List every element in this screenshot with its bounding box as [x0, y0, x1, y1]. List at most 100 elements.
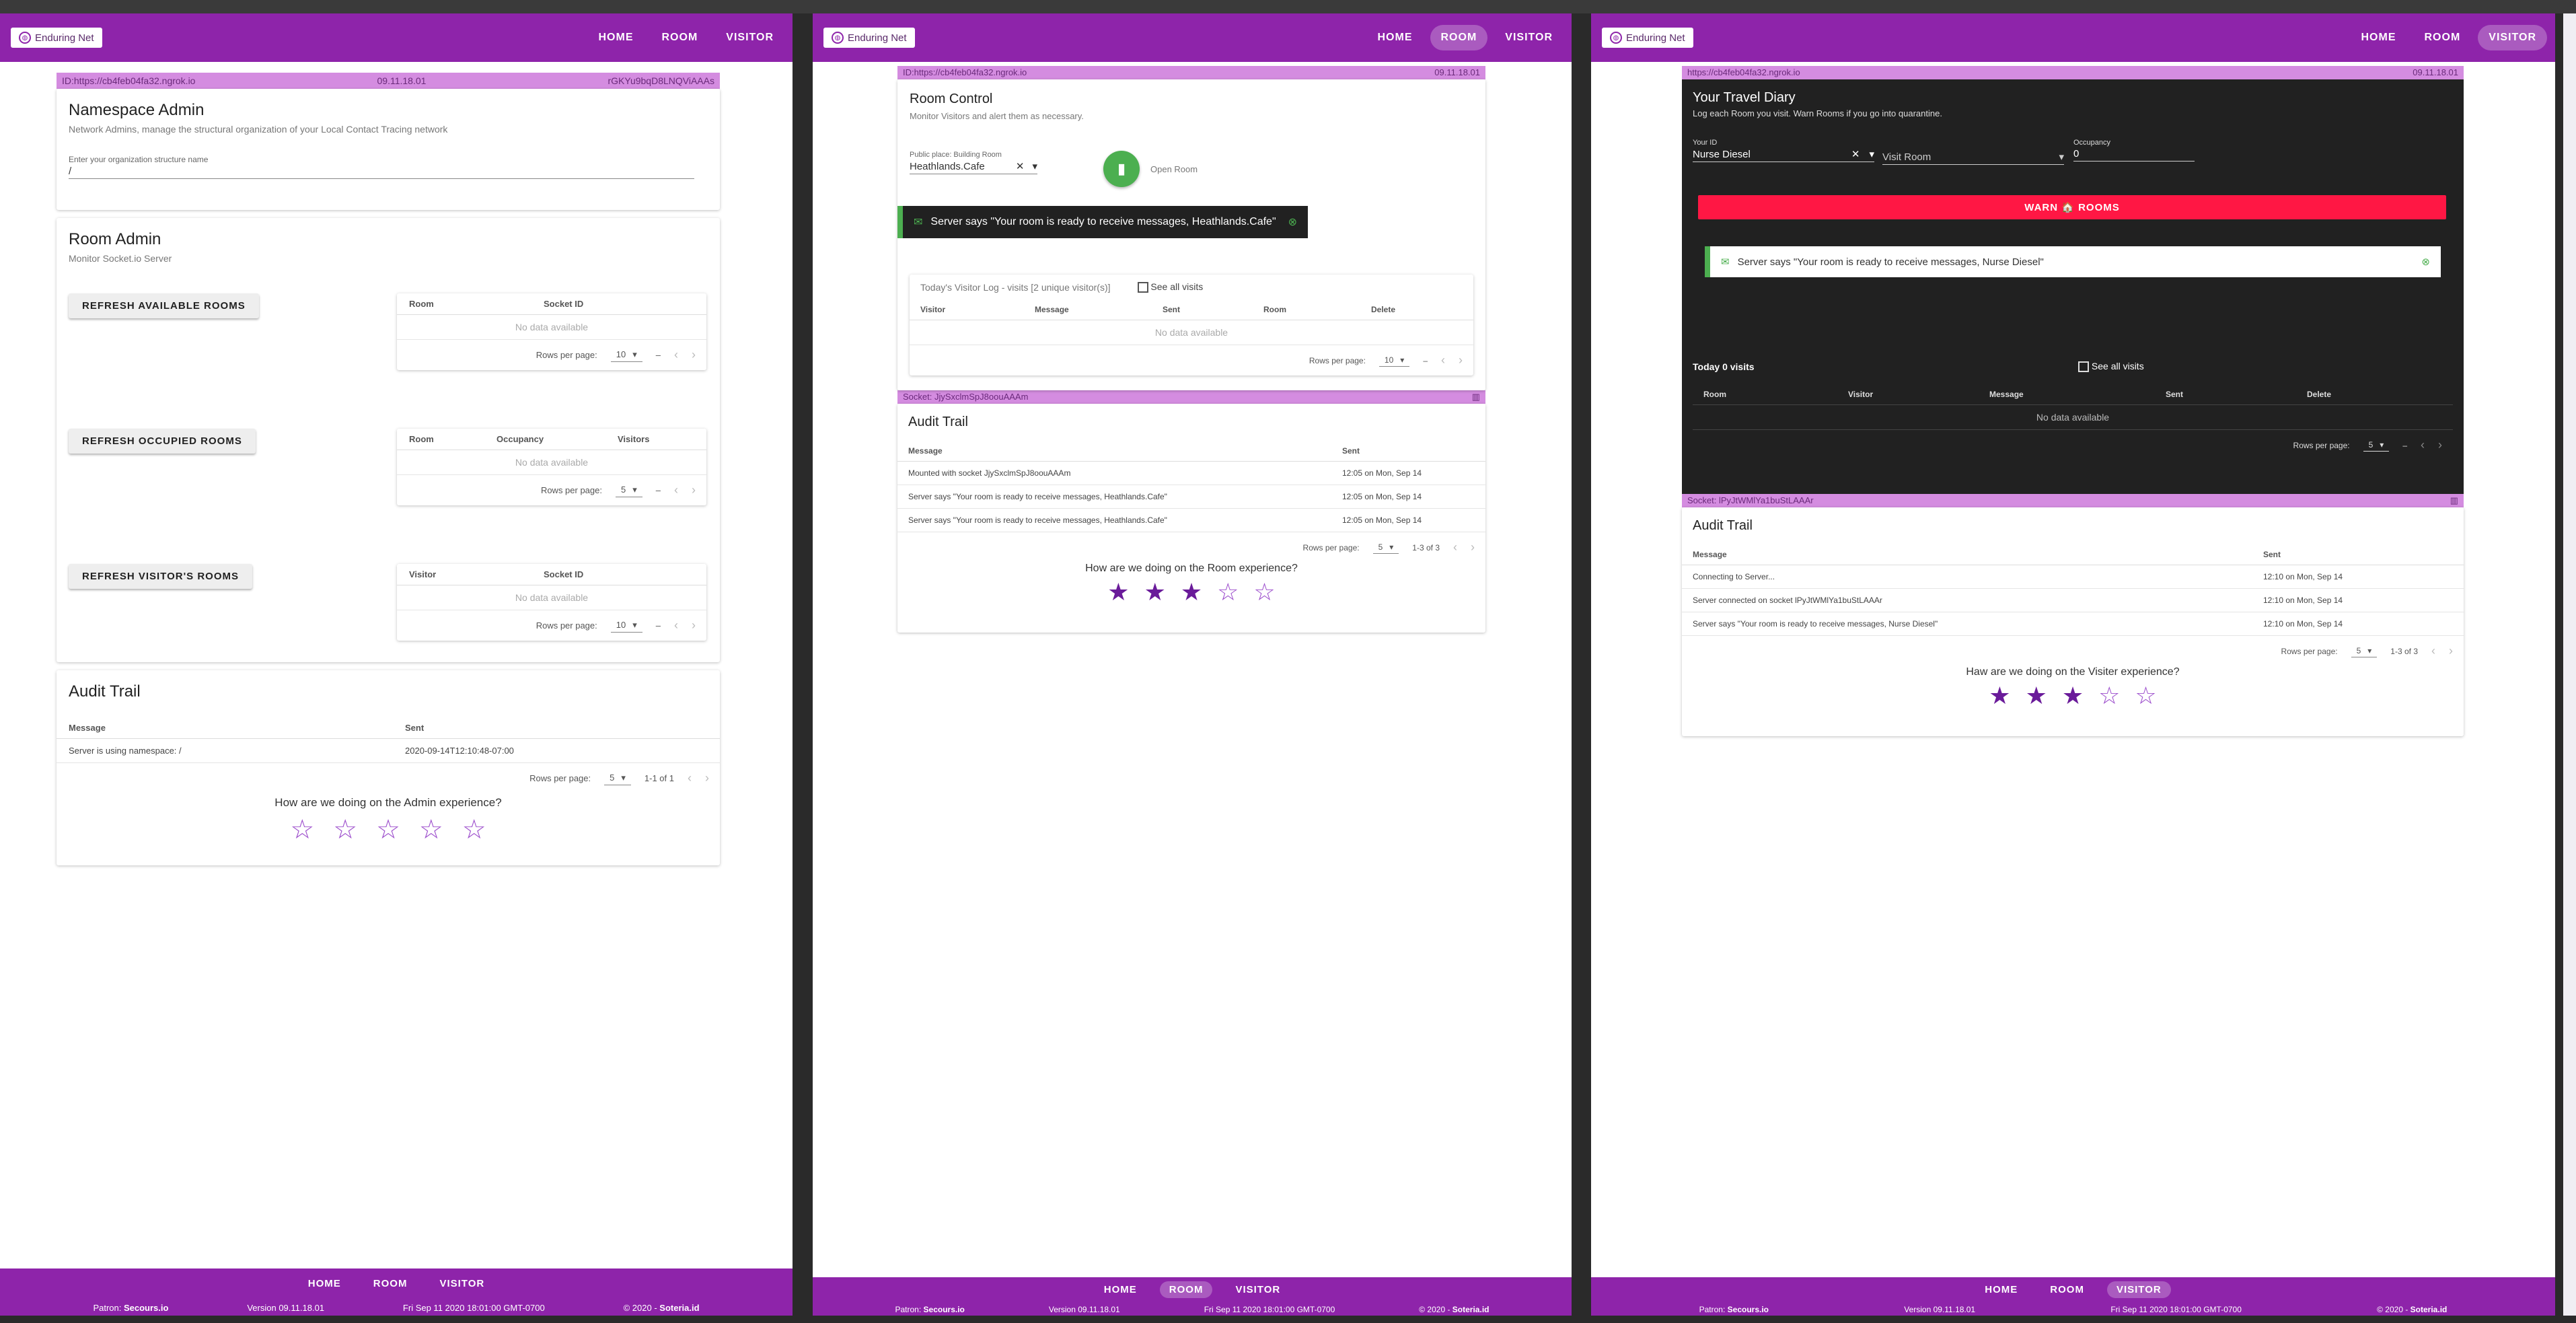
trash-icon[interactable]: ▥: [1472, 392, 1480, 402]
nav-room[interactable]: ROOM: [651, 25, 709, 50]
prev-page-icon[interactable]: ‹: [674, 618, 678, 633]
socket-bar: Socket: JjySxclmSpJ8oouAAAm ▥: [897, 390, 1485, 404]
brand-logo[interactable]: ◍ Enduring Net: [1602, 28, 1693, 48]
footer-nav-room[interactable]: ROOM: [2040, 1281, 2094, 1298]
id-bar: https://cb4feb04fa32.ngrok.io 09.11.18.01: [1682, 66, 2464, 79]
nav-visitor[interactable]: VISITOR: [715, 25, 784, 50]
nav-room[interactable]: ROOM: [1430, 25, 1488, 50]
prev-page-icon[interactable]: ‹: [1453, 540, 1457, 555]
footer-nav-room[interactable]: ROOM: [364, 1275, 417, 1292]
star-empty-icon[interactable]: ☆: [462, 816, 486, 843]
close-icon[interactable]: ⊗: [2421, 256, 2430, 268]
rating-stars[interactable]: ★ ★ ★ ☆ ☆: [897, 580, 1485, 604]
pagination: Rows per page: 10 ▾ – ‹ ›: [1309, 353, 1463, 367]
footer-nav-home[interactable]: HOME: [1095, 1281, 1146, 1298]
close-icon[interactable]: ⊗: [1288, 215, 1297, 229]
nav-visitor[interactable]: VISITOR: [2478, 25, 2547, 50]
occupied-rooms-table: Room Occupancy Visitors No data available …: [397, 429, 706, 505]
room-control-card: Room Control Monitor Visitors and alert …: [897, 79, 1485, 390]
star-empty-icon[interactable]: ☆: [419, 816, 443, 843]
star-empty-icon[interactable]: ☆: [333, 816, 357, 843]
footer-nav-visitor[interactable]: VISITOR: [430, 1275, 494, 1292]
next-page-icon[interactable]: ›: [705, 771, 709, 785]
your-id-select[interactable]: Your ID Nurse Diesel ✕ ▾: [1693, 139, 1874, 162]
admin-window: ◍ Enduring Net HOME ROOM VISITOR ID:https…: [0, 13, 793, 1316]
prev-page-icon[interactable]: ‹: [688, 771, 692, 785]
prev-page-icon[interactable]: ‹: [674, 483, 678, 497]
open-room-button[interactable]: ▮: [1103, 151, 1140, 187]
next-page-icon[interactable]: ›: [1471, 540, 1475, 555]
trash-icon[interactable]: ▥: [2450, 495, 2458, 506]
nav-home[interactable]: HOME: [1367, 25, 1424, 50]
star-empty-icon[interactable]: ☆: [1217, 580, 1239, 604]
next-page-icon[interactable]: ›: [2449, 644, 2453, 658]
refresh-occupied-rooms-button[interactable]: REFRESH OCCUPIED ROOMS: [69, 429, 256, 454]
rating-stars[interactable]: ★ ★ ★ ☆ ☆: [1682, 684, 2464, 708]
room-select[interactable]: Public place: Building Room Heathlands.C…: [910, 151, 1037, 174]
visitors-rooms-table: Visitor Socket ID No data available Rows …: [397, 564, 706, 641]
star-filled-icon[interactable]: ★: [2062, 684, 2084, 708]
footer-nav-visitor[interactable]: VISITOR: [1226, 1281, 1290, 1298]
rows-per-page-select[interactable]: 5 ▾: [616, 483, 642, 497]
next-page-icon[interactable]: ›: [692, 618, 696, 633]
star-filled-icon[interactable]: ★: [1144, 580, 1166, 604]
prev-page-icon[interactable]: ‹: [2421, 438, 2425, 452]
namespace-input[interactable]: /: [69, 164, 694, 179]
star-filled-icon[interactable]: ★: [1989, 684, 2010, 708]
star-empty-icon[interactable]: ☆: [290, 816, 314, 843]
rows-per-page-select[interactable]: 10 ▾: [610, 618, 642, 633]
brand-logo[interactable]: ◍ Enduring Net: [11, 28, 102, 48]
visits-table: Today 0 visits See all visits Room Visito…: [1693, 361, 2453, 460]
app-bar: ◍ Enduring Net HOME ROOM VISITOR: [0, 13, 793, 62]
footer-nav-home[interactable]: HOME: [1975, 1281, 2027, 1298]
next-page-icon[interactable]: ›: [692, 348, 696, 362]
visit-room-select[interactable]: Visit Room ▾: [1882, 149, 2064, 165]
caret-down-icon: ▾: [621, 773, 626, 783]
room-admin-subtitle: Monitor Socket.io Server: [69, 253, 172, 264]
rating-stars[interactable]: ☆ ☆ ☆ ☆ ☆: [57, 816, 720, 843]
star-empty-icon[interactable]: ☆: [2135, 684, 2156, 708]
mail-open-icon: ✉: [1721, 256, 1730, 268]
footer: HOME ROOM VISITOR Patron: Secours.io Ver…: [0, 1268, 793, 1316]
rows-per-page-select[interactable]: 10 ▾: [1378, 354, 1410, 367]
prev-page-icon[interactable]: ‹: [1441, 353, 1445, 367]
next-page-icon[interactable]: ›: [692, 483, 696, 497]
star-empty-icon[interactable]: ☆: [2098, 684, 2120, 708]
table-row: Mounted with socket JjySxclmSpJ8oouAAAm 1…: [897, 462, 1485, 485]
nav-home[interactable]: HOME: [588, 25, 645, 50]
star-filled-icon[interactable]: ★: [1181, 580, 1202, 604]
rows-per-page-select[interactable]: 5 ▾: [2363, 439, 2390, 452]
clear-icon: ✕: [1015, 161, 1025, 172]
star-empty-icon[interactable]: ☆: [376, 816, 400, 843]
next-page-icon[interactable]: ›: [2438, 438, 2442, 452]
occupancy-field[interactable]: Occupancy 0: [2073, 139, 2195, 162]
refresh-visitors-rooms-button[interactable]: REFRESH VISITOR'S ROOMS: [69, 564, 252, 589]
prev-page-icon[interactable]: ‹: [674, 348, 678, 362]
table-row: Server says "Your room is ready to recei…: [897, 485, 1485, 509]
warn-rooms-button[interactable]: WARN 🏠 ROOMS: [1698, 195, 2446, 219]
prev-page-icon[interactable]: ‹: [2431, 644, 2435, 658]
rows-per-page-select[interactable]: 10 ▾: [610, 348, 642, 362]
visitor-content: https://cb4feb04fa32.ngrok.io 09.11.18.01…: [1682, 66, 2464, 736]
star-filled-icon[interactable]: ★: [2026, 684, 2047, 708]
refresh-available-rooms-button[interactable]: REFRESH AVAILABLE ROOMS: [69, 293, 259, 318]
footer-nav-room[interactable]: ROOM: [1159, 1281, 1213, 1298]
visitor-audit-card: Audit Trail Message Sent Connecting to Se…: [1682, 507, 2464, 736]
rows-per-page-select[interactable]: 5 ▾: [1372, 541, 1399, 554]
see-all-visits-checkbox[interactable]: See all visits: [2078, 361, 2144, 373]
logo-icon: ◍: [1610, 32, 1622, 44]
star-filled-icon[interactable]: ★: [1107, 580, 1129, 604]
next-page-icon[interactable]: ›: [1459, 353, 1463, 367]
footer-nav-visitor[interactable]: VISITOR: [2106, 1281, 2171, 1298]
nav-visitor[interactable]: VISITOR: [1494, 25, 1563, 50]
footer: HOME ROOM VISITOR Patron: Secours.io Ver…: [813, 1277, 1572, 1316]
rows-per-page-select[interactable]: 5 ▾: [604, 771, 631, 785]
nav-room[interactable]: ROOM: [2414, 25, 2472, 50]
star-empty-icon[interactable]: ☆: [1253, 580, 1275, 604]
see-all-visits-checkbox[interactable]: See all visits: [1137, 281, 1203, 293]
footer-nav-home[interactable]: HOME: [299, 1275, 351, 1292]
nav-home[interactable]: HOME: [2351, 25, 2407, 50]
snackbar: ✉ Server says "Your room is ready to rec…: [897, 206, 1308, 238]
brand-logo[interactable]: ◍ Enduring Net: [823, 28, 915, 48]
rows-per-page-select[interactable]: 5 ▾: [2351, 645, 2378, 657]
